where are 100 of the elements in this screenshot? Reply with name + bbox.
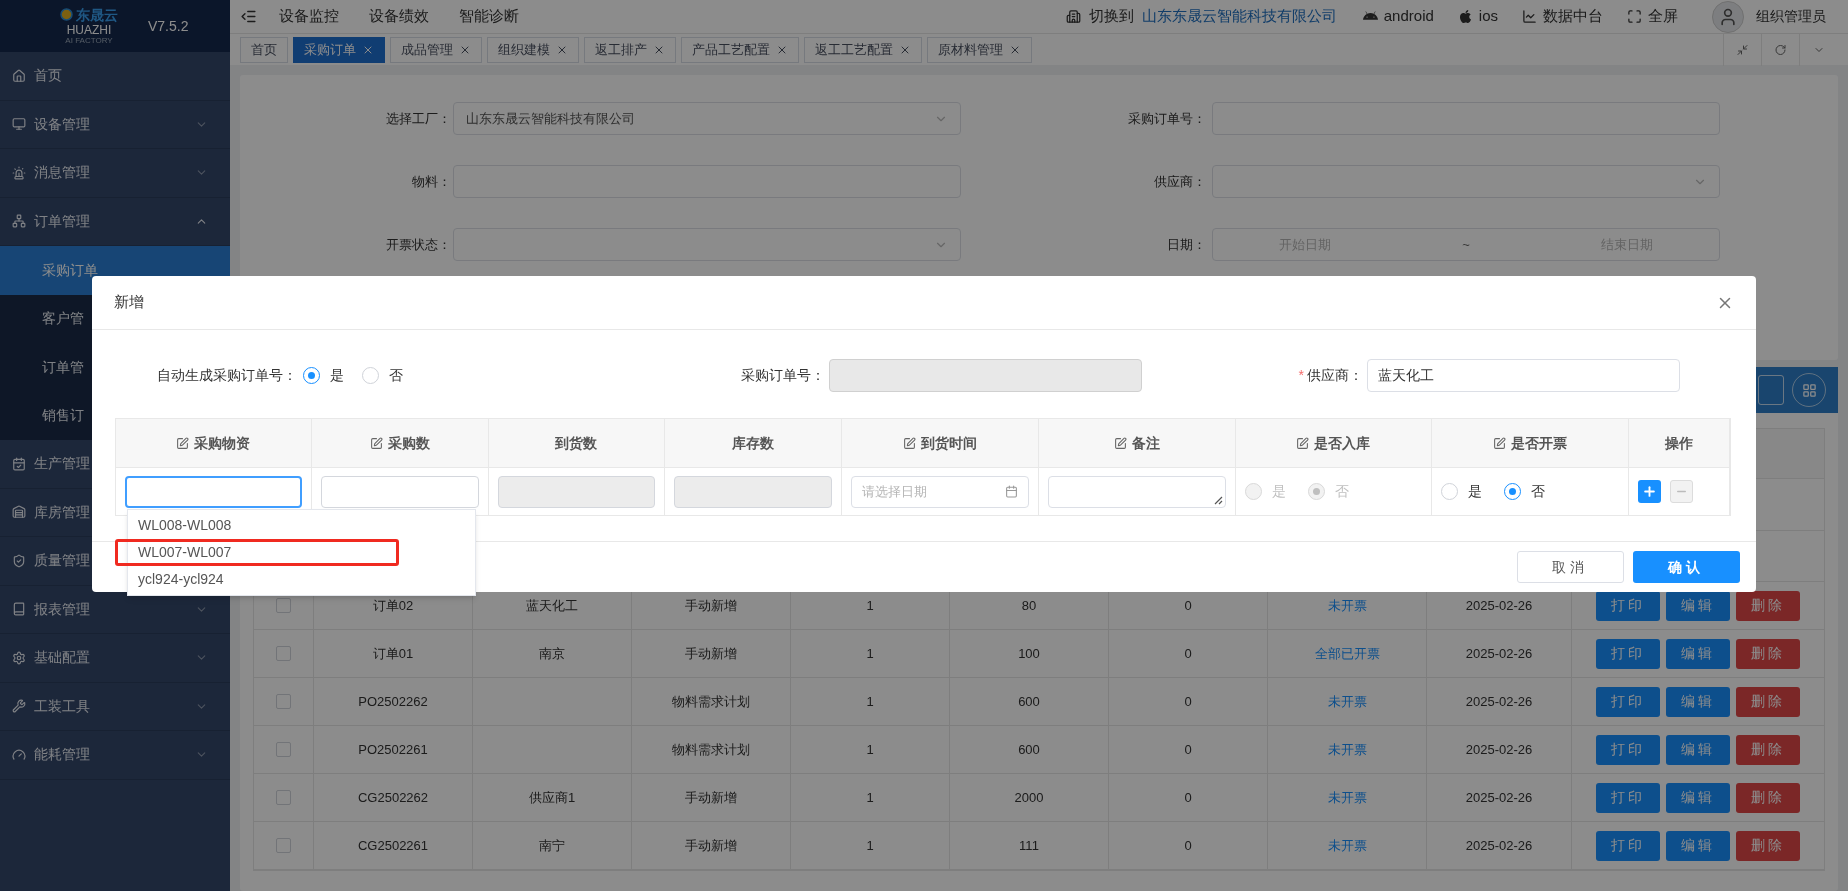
row-action-button[interactable]: 删除 (1736, 590, 1800, 621)
row-action-button[interactable]: 编辑 (1666, 590, 1730, 621)
table-cell-text: 蓝天化工 (526, 596, 578, 615)
table-cell-text: 2025-02-26 (1465, 692, 1533, 711)
row-action-button[interactable]: 编辑 (1666, 782, 1730, 813)
header-link[interactable]: 全屏 (1627, 5, 1678, 28)
header-link[interactable]: android (1362, 5, 1434, 28)
table-cell-text: 1 (866, 692, 874, 711)
status-link[interactable]: 未开票 (1327, 835, 1367, 856)
textarea-field[interactable] (1047, 475, 1226, 508)
page-tab[interactable]: 返工工艺配置 (804, 36, 922, 63)
grid-icon (1801, 382, 1817, 398)
table-cell-text: 0 (1184, 740, 1192, 759)
user-icon (1718, 6, 1738, 27)
supplier-field[interactable]: 蓝天化工 (1367, 358, 1680, 392)
row-action-button[interactable]: 打印 (1596, 590, 1660, 621)
row-action-button[interactable]: 编辑 (1666, 734, 1730, 765)
radio-button[interactable] (1504, 483, 1522, 500)
row-checkbox[interactable] (276, 790, 291, 805)
radio-button[interactable] (303, 366, 320, 384)
table-cell-text: PO2502262 (358, 692, 428, 711)
row-action-button[interactable]: 删除 (1736, 686, 1800, 717)
input-field[interactable] (125, 475, 302, 508)
select-field[interactable] (1212, 165, 1720, 198)
table-cell-text: 供应商1 (528, 788, 576, 807)
table-cell-text: 80 (1021, 596, 1037, 615)
page-tab[interactable]: 原材料管理 (927, 36, 1032, 63)
table-cell-text: 1 (866, 740, 874, 759)
column-header: 到货数 (555, 433, 598, 453)
column-header: 采购数 (387, 433, 430, 453)
apple-icon (1457, 9, 1473, 24)
row-checkbox[interactable] (276, 694, 291, 709)
row-checkbox[interactable] (276, 646, 291, 661)
page-tab[interactable]: 采购订单 (293, 36, 385, 63)
radio-button[interactable] (1441, 483, 1459, 500)
wrench-icon (12, 699, 26, 714)
confirm-button[interactable]: 确认 (1633, 551, 1740, 583)
select-field[interactable] (453, 228, 961, 261)
monitor-icon (12, 117, 26, 132)
row-action-button[interactable]: 删除 (1736, 830, 1800, 861)
add-button[interactable] (1638, 480, 1662, 503)
row-action-button[interactable]: 编辑 (1666, 830, 1730, 861)
row-checkbox[interactable] (276, 598, 291, 613)
row-action-button[interactable]: 删除 (1736, 734, 1800, 765)
status-link[interactable]: 未开票 (1327, 739, 1367, 760)
row-action-button[interactable]: 打印 (1596, 734, 1660, 765)
toolbar-button[interactable] (1758, 375, 1784, 405)
table-cell-text: 手动新增 (685, 596, 737, 615)
select-field[interactable]: 山东东晟云智能科技有限公司 (453, 102, 961, 135)
avatar[interactable] (1712, 0, 1744, 33)
radio-label: 是 (1468, 482, 1483, 501)
row-action-button[interactable]: 编辑 (1666, 638, 1730, 669)
page-tab[interactable]: 产品工艺配置 (681, 36, 799, 63)
cancel-button[interactable]: 取消 (1517, 551, 1624, 583)
company-link[interactable]: 山东东晟云智能科技有限公司 (1141, 5, 1337, 28)
header-link[interactable]: 数据中台 (1522, 5, 1603, 28)
table-cell-text: 2025-02-26 (1465, 596, 1533, 615)
required-mark: * (1298, 365, 1304, 385)
status-link[interactable]: 未开票 (1327, 787, 1367, 808)
table-cell-text: 2025-02-26 (1465, 788, 1533, 807)
table-cell-text: 1 (866, 788, 874, 807)
row-action-button[interactable]: 删除 (1736, 638, 1800, 669)
table-cell-text: 0 (1184, 836, 1192, 855)
table-cell-text: 100 (1018, 644, 1040, 663)
input-field[interactable] (320, 475, 479, 508)
status-link[interactable]: 未开票 (1327, 691, 1367, 712)
radio-button[interactable] (362, 366, 379, 384)
header-link[interactable]: ios (1457, 5, 1498, 28)
logo-brand: 东晟云 (76, 7, 118, 22)
table-cell-text: 600 (1018, 740, 1040, 759)
page-tab[interactable]: 返工排产 (584, 36, 676, 63)
menu-icon[interactable] (240, 8, 257, 25)
page-tab[interactable]: 组织建模 (487, 36, 579, 63)
field-label: 采购订单号： (740, 365, 826, 385)
nav-link[interactable]: 设备监控 (279, 5, 339, 28)
row-action-button[interactable]: 打印 (1596, 830, 1660, 861)
page-tab[interactable]: 首页 (240, 36, 288, 63)
field-label: 供应商： (1307, 365, 1363, 385)
filter-label: 供应商： (1153, 172, 1207, 191)
row-checkbox[interactable] (276, 838, 291, 853)
column-header: 库存数 (732, 433, 775, 453)
status-link[interactable]: 全部已开票 (1314, 643, 1380, 664)
table-cell-text: 南京 (539, 644, 565, 663)
table-cell-text: 2025-02-26 (1465, 644, 1533, 663)
nav-link[interactable]: 设备绩效 (369, 5, 429, 28)
date-field[interactable]: 请选择日期 (851, 475, 1029, 508)
row-action-button[interactable]: 删除 (1736, 782, 1800, 813)
status-link[interactable]: 未开票 (1327, 595, 1367, 616)
row-action-button[interactable]: 编辑 (1666, 686, 1730, 717)
table-cell-text: 1 (866, 596, 874, 615)
row-action-button[interactable]: 打印 (1596, 782, 1660, 813)
row-action-button[interactable]: 打印 (1596, 686, 1660, 717)
page-tab[interactable]: 成品管理 (390, 36, 482, 63)
row-action-button[interactable]: 打印 (1596, 638, 1660, 669)
dropdown-option[interactable]: WL008-WL008 (138, 515, 232, 536)
edit-icon (902, 436, 916, 450)
alarm-icon (12, 165, 26, 180)
nav-link[interactable]: 智能诊断 (459, 5, 519, 28)
building-icon (1065, 9, 1081, 24)
row-checkbox[interactable] (276, 742, 291, 757)
